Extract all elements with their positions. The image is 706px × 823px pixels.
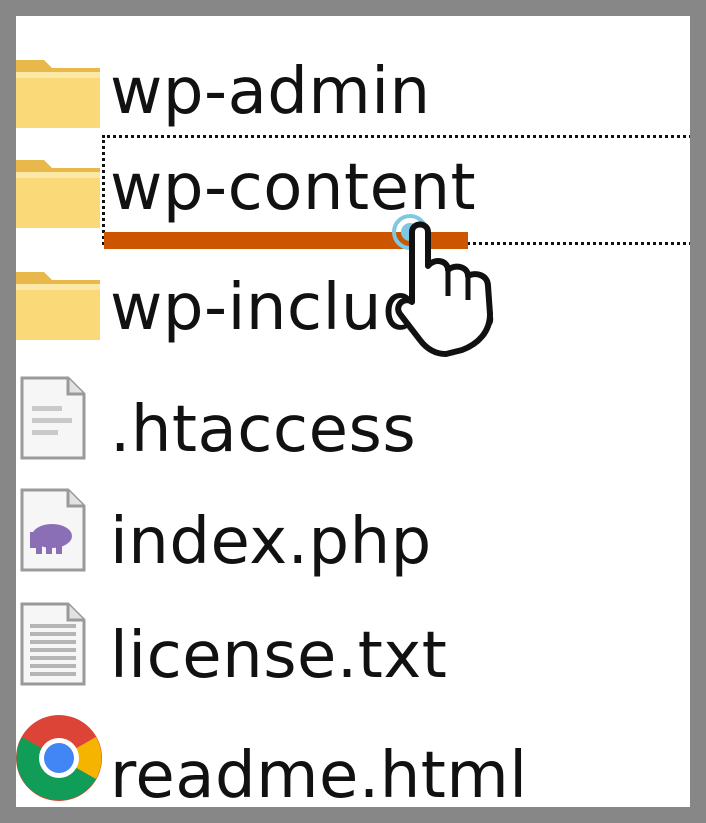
folder-icon [16,272,100,340]
chrome-icon [16,715,102,801]
file-row-index-php[interactable]: index.php [16,488,690,588]
file-row-wp-includes[interactable]: wp-includes [16,262,690,362]
file-name: readme.html [110,739,528,807]
file-row-readme-html[interactable]: readme.html [16,710,690,807]
file-row-wp-admin[interactable]: wp-admin [16,42,690,142]
file-row-license-txt[interactable]: license.txt [16,602,690,702]
file-name: wp-admin [110,55,431,129]
hand-pointer-icon [392,214,493,357]
text-file-icon [20,602,86,686]
file-name: license.txt [110,619,448,693]
php-file-icon [20,488,86,572]
file-list: wp-admin wp-content wp-includes .htacces… [16,16,690,807]
folder-icon [16,60,100,128]
folder-icon [16,160,100,228]
file-row-htaccess[interactable]: .htaccess [16,376,690,476]
file-name: index.php [110,505,432,579]
text-file-icon [20,376,86,460]
file-name: .htaccess [110,393,417,467]
